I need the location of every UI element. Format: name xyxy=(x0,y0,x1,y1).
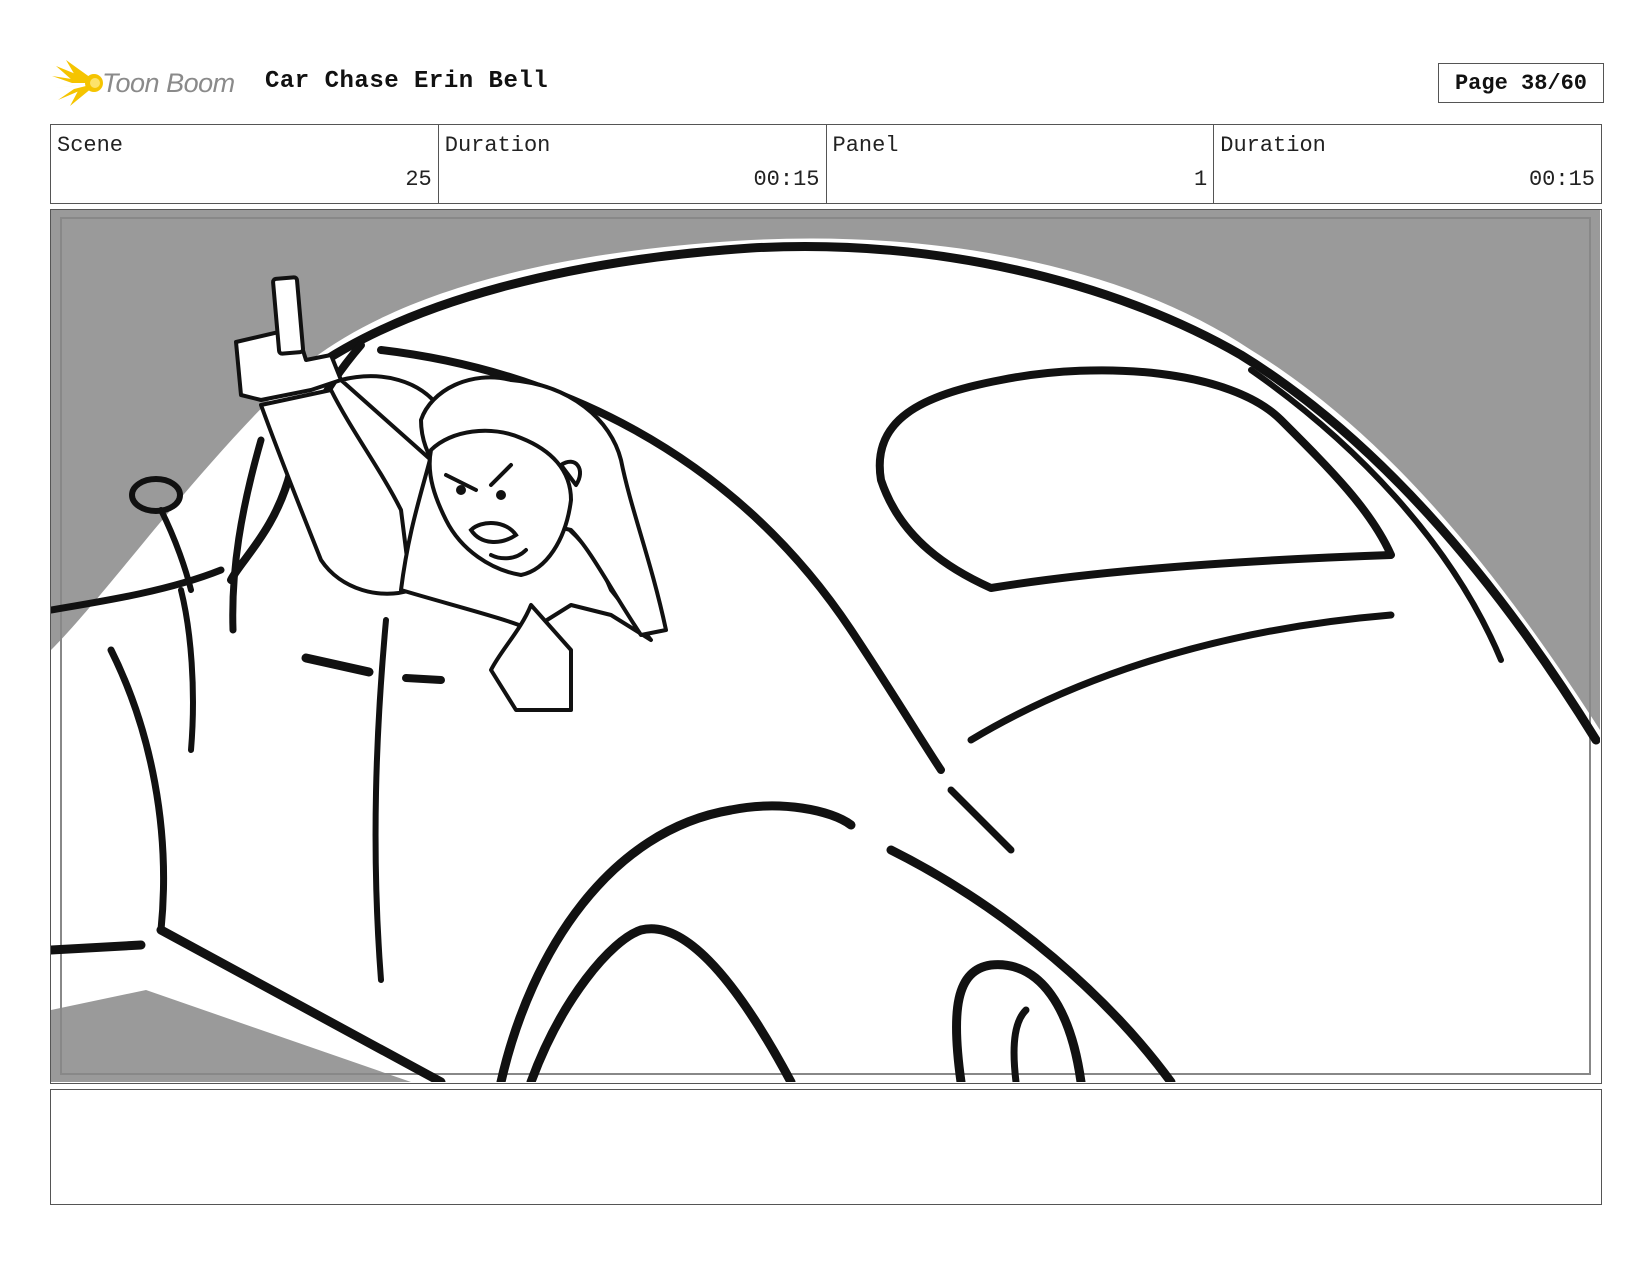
scene-duration-cell: Duration 00:15 xyxy=(439,125,827,203)
panel-sketch xyxy=(51,210,1600,1082)
storyboard-title: Car Chase Erin Bell xyxy=(265,68,549,95)
panel-label: Panel xyxy=(832,133,899,158)
storyboard-panel xyxy=(50,209,1602,1084)
panel-duration-value: 00:15 xyxy=(1528,167,1595,192)
panel-notes xyxy=(50,1089,1602,1205)
toon-boom-logo: Toon Boom xyxy=(52,58,252,108)
scene-cell: Scene 25 xyxy=(51,125,439,203)
scene-duration-value: 00:15 xyxy=(753,167,820,192)
page-indicator: Page 38/60 xyxy=(1438,63,1604,103)
panel-value: 1 xyxy=(1194,167,1208,192)
scene-info-row: Scene 25 Duration 00:15 Panel 1 Duration… xyxy=(50,124,1602,204)
logo-text: Toon Boom xyxy=(102,67,235,98)
panel-duration-label: Duration xyxy=(1220,133,1326,158)
page-header: Toon Boom Car Chase Erin Bell Page 38/60 xyxy=(52,58,1604,108)
scene-label: Scene xyxy=(57,133,124,158)
panel-cell: Panel 1 xyxy=(827,125,1215,203)
starburst-icon xyxy=(52,60,103,106)
panel-duration-cell: Duration 00:15 xyxy=(1214,125,1601,203)
scene-duration-label: Duration xyxy=(444,133,551,158)
scene-value: 25 xyxy=(405,167,432,192)
